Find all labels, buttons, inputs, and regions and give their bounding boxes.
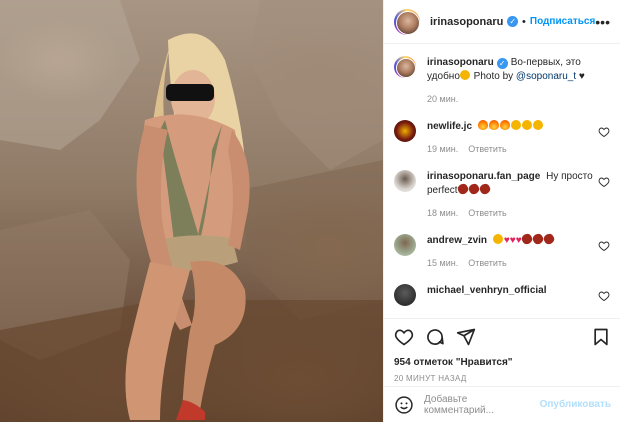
caption-mention-link[interactable]: @soponaru_t [516, 71, 576, 82]
comment-item: newlife.jc 19 мин. Ответить [394, 120, 610, 156]
verified-badge-icon: ✓ [507, 16, 519, 27]
commenter-avatar[interactable] [394, 120, 416, 142]
football-emoji-icon [466, 182, 481, 196]
comments-list[interactable]: irinasoponaru ✓ Во-первых, это удобно Phot… [384, 44, 620, 314]
heart-eyes-emoji-icon [521, 120, 532, 130]
caption-username[interactable]: irinasoponaru [427, 57, 494, 68]
fire-emoji-icon [488, 120, 499, 130]
comment-time[interactable]: 19 мин. [427, 144, 458, 154]
like-comment-heart-icon[interactable] [598, 126, 610, 138]
add-comment-input[interactable]: Добавьте комментарий... [424, 394, 540, 416]
commenter-avatar[interactable] [394, 284, 416, 306]
fire-emoji-icon [499, 120, 510, 130]
flushed-face-emoji-icon [459, 70, 470, 80]
comment-username[interactable]: michael_venhryn_official [427, 285, 547, 296]
comment-item: andrew_zvin ♥♥♥ 15 мин. Ответить [394, 232, 610, 270]
more-horizontal-icon[interactable]: ••• [595, 14, 610, 30]
fire-emoji-icon [477, 120, 488, 130]
comment-username[interactable]: andrew_zvin [427, 235, 487, 246]
verified-badge-icon: ✓ [496, 58, 508, 69]
heart-eyes-emoji-icon [510, 120, 521, 130]
posted-time[interactable]: 20 МИНУТ НАЗАД [394, 374, 611, 383]
add-comment-bar: Добавьте комментарий... Опубликовать [384, 386, 620, 422]
share-plane-icon[interactable] [456, 327, 476, 347]
author-username[interactable]: irinasoponaru [430, 16, 503, 28]
action-icons [394, 325, 611, 349]
comment-username[interactable]: newlife.jc [427, 121, 472, 132]
instagram-post: irinasoponaru ✓ • Подписаться ••• irinas… [0, 0, 620, 422]
commenter-avatar[interactable] [394, 234, 416, 256]
post-sidebar: irinasoponaru ✓ • Подписаться ••• irinas… [383, 0, 620, 422]
smile-emoji-icon [492, 234, 503, 244]
commenter-avatar[interactable] [394, 170, 416, 192]
author-avatar[interactable] [394, 8, 420, 35]
like-heart-icon[interactable] [394, 327, 414, 347]
like-comment-heart-icon[interactable] [598, 290, 610, 302]
comment-item: irinasoponaru.fan_page Ну просто perfect… [394, 170, 610, 220]
comment-item: michael_venhryn_official [394, 284, 610, 306]
caption: irinasoponaru ✓ Во-первых, это удобно Phot… [394, 56, 610, 106]
post-actions: 954 отметок "Нравится" 20 МИНУТ НАЗАД [384, 318, 620, 389]
football-emoji-icon [477, 182, 492, 196]
like-comment-heart-icon[interactable] [598, 240, 610, 252]
post-photo[interactable] [0, 0, 383, 422]
separator-dot: • [522, 15, 526, 28]
reply-button[interactable]: Ответить [468, 144, 506, 154]
emoji-smile-icon[interactable] [394, 395, 414, 415]
reply-button[interactable]: Ответить [468, 258, 506, 268]
caption-time[interactable]: 20 мин. [427, 94, 458, 104]
like-comment-heart-icon[interactable] [598, 176, 610, 188]
likes-count[interactable]: 954 отметок "Нравится" [394, 357, 611, 368]
caption-avatar[interactable] [394, 56, 416, 78]
black-heart-emoji-icon: ♥ [578, 71, 585, 82]
comment-bubble-icon[interactable] [425, 327, 445, 347]
comment-username[interactable]: irinasoponaru.fan_page [427, 171, 540, 182]
photo-illustration [0, 0, 383, 422]
caption-photo-by: Photo by [470, 71, 516, 82]
comment-time[interactable]: 15 мин. [427, 258, 458, 268]
comment-time[interactable]: 18 мин. [427, 208, 458, 218]
heart-eyes-emoji-icon [532, 120, 543, 130]
football-emoji-icon [541, 232, 556, 246]
follow-button[interactable]: Подписаться [530, 16, 595, 27]
publish-button[interactable]: Опубликовать [540, 399, 611, 410]
reply-button[interactable]: Ответить [468, 208, 506, 218]
bookmark-icon[interactable] [591, 327, 611, 347]
post-header: irinasoponaru ✓ • Подписаться ••• [384, 0, 620, 44]
